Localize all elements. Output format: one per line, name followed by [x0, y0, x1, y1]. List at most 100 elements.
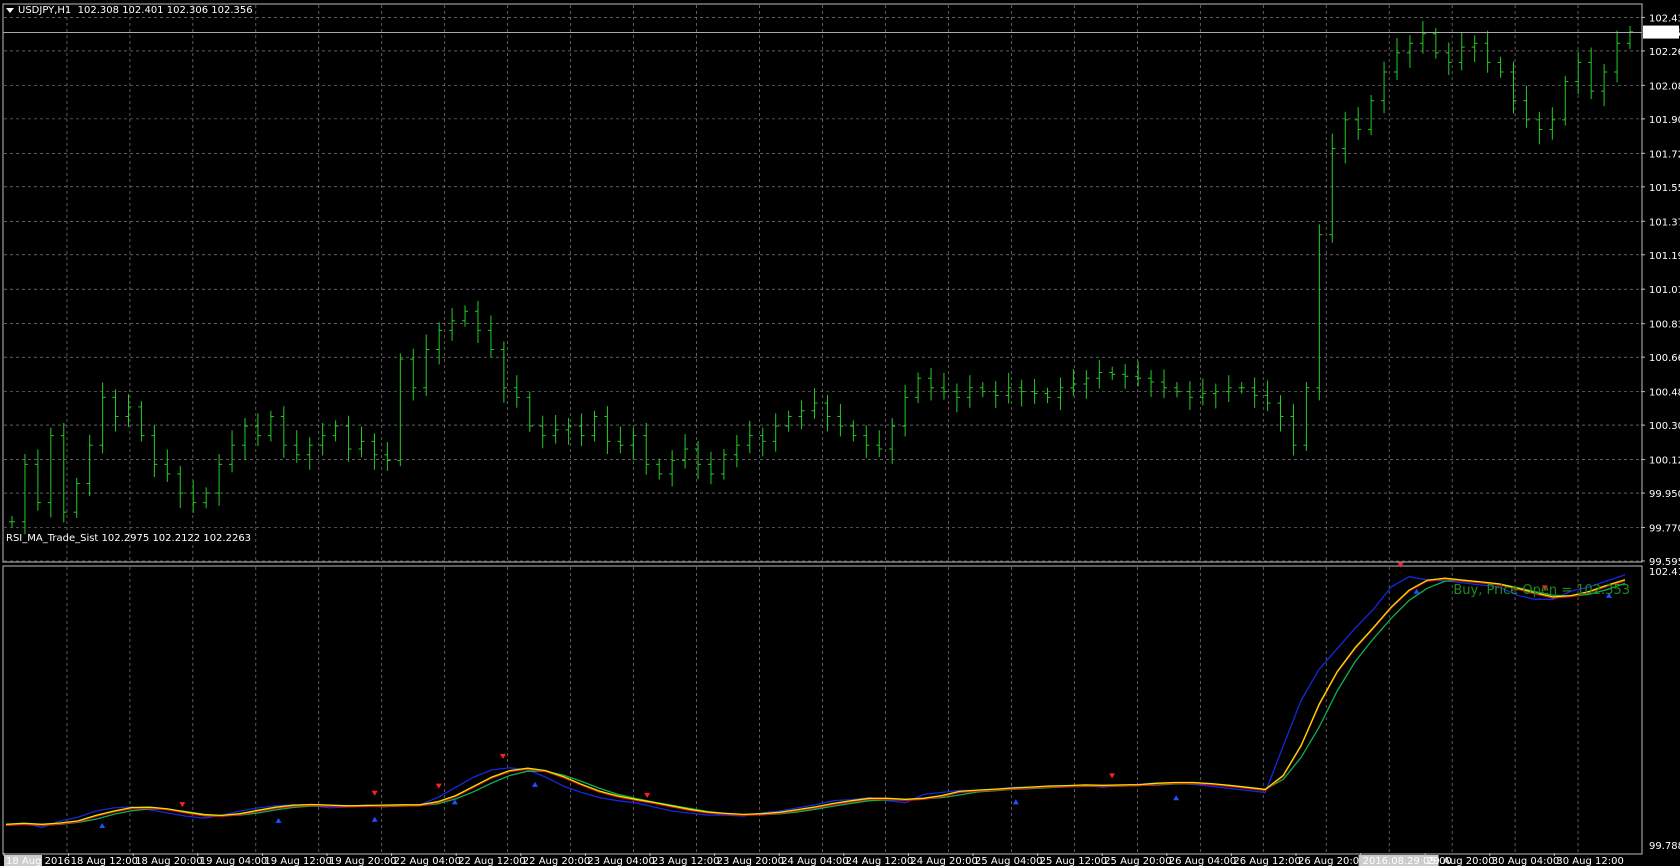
x-tick-label: 26 Aug 12:00 — [1233, 856, 1300, 866]
ohlc-bar — [772, 413, 779, 452]
ohlc-bar — [1199, 378, 1206, 406]
ohlc-bar — [1368, 94, 1375, 136]
ohlc-bar — [1601, 63, 1608, 107]
indicator-lines — [5, 574, 1626, 829]
ohlc-bar — [1212, 383, 1219, 409]
ohlc-bar — [358, 426, 365, 458]
ohlc-bar — [940, 372, 947, 400]
ohlc-bar — [1005, 372, 1012, 404]
ohlc-bar — [591, 410, 598, 442]
x-tick-label: 24 Aug 12:00 — [846, 856, 913, 866]
y-tick-label: 101.905 — [1649, 115, 1680, 126]
ohlc-bar — [397, 353, 404, 467]
x-tick-label: 26 Aug 04:00 — [1169, 856, 1236, 866]
ohlc-bar — [1549, 107, 1556, 140]
ohlc-bar — [1018, 379, 1025, 407]
x-tick-label: 25 Aug 04:00 — [975, 856, 1042, 866]
y-tick-label: 101.370 — [1649, 217, 1680, 228]
ohlc-bar — [669, 450, 676, 487]
ohlc-bar — [604, 406, 611, 455]
current-price-label: 102.356 — [1646, 29, 1680, 40]
ohlc-bar — [423, 334, 430, 396]
y-tick-label: 101.550 — [1649, 183, 1680, 194]
ohlc-bar — [280, 406, 287, 458]
y-tick-label: 99.950 — [1649, 489, 1680, 500]
ohlc-bar — [1044, 387, 1051, 404]
ohlc-bar — [617, 426, 624, 454]
ohlc-bar — [99, 382, 106, 454]
indicator-arrows — [99, 562, 1612, 828]
ohlc-bar — [1083, 370, 1090, 399]
arrow-up-icon — [1173, 795, 1180, 801]
ohlc-bar — [1329, 133, 1336, 243]
ohlc-bar — [902, 384, 909, 437]
ohlc-bar — [824, 395, 831, 432]
y-tick-label: 100.480 — [1649, 388, 1680, 399]
line-blue — [5, 574, 1626, 829]
x-tick-label: 24 Aug 20:00 — [910, 856, 977, 866]
ohlc-bar — [371, 433, 378, 470]
ohlc-bar — [306, 437, 313, 470]
ohlc-bar — [1122, 364, 1129, 389]
arrow-up-icon — [275, 817, 282, 823]
ohlc-bar — [34, 449, 41, 511]
chart-canvas[interactable]: 102.435 102.260 102.080 101.905 101.725 101.5… — [0, 0, 1680, 866]
x-tick-label: 19 Aug 20:00 — [329, 856, 396, 866]
x-tick-label: 25 Aug 12:00 — [1040, 856, 1107, 866]
x-tick-label: 25 Aug 20:00 — [1104, 856, 1171, 866]
ohlc-bar — [267, 410, 274, 442]
ohlc-bar — [1562, 75, 1569, 126]
x-tick-label: 22 Aug 12:00 — [458, 856, 525, 866]
x-tick-label: 26 Aug 20:00 — [1298, 856, 1365, 866]
x-tick-label: 18 Aug 12:00 — [71, 856, 138, 866]
ohlc-bar — [319, 423, 326, 456]
y-tick-label: 99.770 — [1649, 524, 1680, 535]
x-tick-label: 23 Aug 12:00 — [652, 856, 719, 866]
y-tick-label: 100.660 — [1649, 353, 1680, 364]
ohlc-bar — [695, 440, 702, 480]
ohlc-bar — [384, 442, 391, 471]
ohlc-bar — [164, 449, 171, 482]
ohlc-bar — [1342, 111, 1349, 164]
ohlc-bar — [1419, 21, 1426, 54]
ohlc-bar — [915, 372, 922, 404]
arrow-down-icon — [499, 753, 506, 759]
x-tick-label: 22 Aug 20:00 — [523, 856, 590, 866]
ohlc-bar — [992, 381, 999, 409]
ohlc-bar — [1536, 111, 1543, 145]
ohlc-bar — [1316, 224, 1323, 401]
arrow-up-icon — [1413, 588, 1420, 594]
ohlc-bar — [1173, 382, 1180, 398]
ohlc-bar — [9, 516, 15, 528]
ohlc-bar — [1057, 377, 1064, 410]
y-tick-label: 101.015 — [1649, 285, 1680, 296]
y-tick-label: 101.195 — [1649, 251, 1680, 262]
ohlc-bar — [203, 487, 210, 509]
ohlc-bar — [60, 423, 67, 523]
x-tick-label: 22 Aug 04:00 — [394, 856, 461, 866]
x-tick-label: 19 Aug 04:00 — [200, 856, 267, 866]
ohlc-bar — [876, 430, 883, 458]
ohlc-bar — [1277, 395, 1284, 432]
ohlc-bar — [345, 415, 352, 462]
arrow-down-icon — [1397, 562, 1404, 568]
ohlc-bar — [1096, 359, 1103, 389]
ohlc-bar — [656, 458, 663, 480]
ohlc-bar — [1070, 369, 1077, 396]
ohlc-bar — [811, 388, 818, 419]
arrow-up-icon — [371, 816, 378, 822]
ohlc-bar — [1186, 381, 1193, 410]
ohlc-bar — [707, 451, 714, 485]
x-tick-label: 18 Aug 2016 — [6, 856, 70, 866]
ohlc-bar — [47, 427, 54, 518]
signal-text: Buy, Price Open = 102.353 — [1453, 583, 1630, 598]
ohlc-bar — [1394, 37, 1401, 81]
ohlc-bar — [746, 420, 753, 454]
ohlc-bar — [1148, 370, 1155, 397]
price-axis: 102.435 102.260 102.080 101.905 101.725 101.5… — [1641, 13, 1680, 568]
y-tick-label: 100.125 — [1649, 456, 1680, 467]
ohlc-bar — [539, 415, 546, 449]
x-tick-label: 30 Aug 04:00 — [1492, 856, 1559, 866]
x-tick-label: 29 Aug 20:00 — [1427, 856, 1494, 866]
indicator-grid — [66, 567, 1579, 853]
